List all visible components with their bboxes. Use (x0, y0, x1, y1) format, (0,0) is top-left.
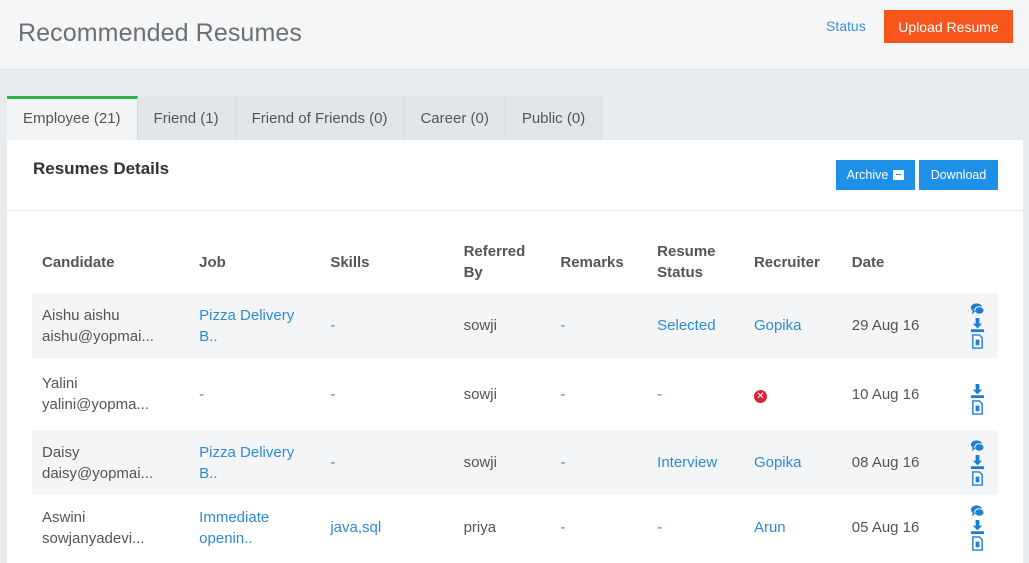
job-link[interactable]: - (199, 386, 204, 403)
referred-by-cell: sowji (463, 454, 497, 471)
column-header-skills[interactable]: Skills (320, 231, 453, 293)
table-row: Yalini yalini@yopma... - - sowji - - ✕ 1… (32, 358, 998, 430)
file-icon[interactable] (970, 536, 985, 551)
candidate-name: Aishu aishu (42, 306, 120, 324)
file-icon[interactable] (970, 399, 985, 415)
column-header-referred-by[interactable]: Referred By (454, 231, 551, 293)
table-row: Daisy daisy@yopmai... Pizza Delivery B..… (32, 430, 998, 495)
referred-by-cell: priya (463, 519, 497, 536)
skills-link[interactable]: java,sql (330, 519, 381, 536)
tab-friend[interactable]: Friend (1) (137, 96, 236, 140)
column-header-candidate[interactable]: Candidate (32, 231, 189, 293)
file-icon[interactable] (970, 471, 985, 486)
resume-status-link[interactable]: - (657, 519, 662, 536)
comment-icon[interactable] (970, 439, 985, 454)
candidate-name: Aswini (42, 508, 86, 526)
column-header-date[interactable]: Date (842, 231, 957, 293)
referred-by-cell: sowji (463, 317, 497, 334)
download-icon[interactable] (970, 455, 985, 470)
resume-status-link[interactable]: Selected (657, 317, 715, 334)
table-row: Aswini sowjanyadevi... Immediate openin.… (32, 495, 998, 560)
tab-employee[interactable]: Employee (21) (7, 96, 138, 140)
column-header-actions (956, 231, 998, 293)
column-header-resume-status[interactable]: Resume Status (647, 231, 744, 293)
candidate-cell: Aswini sowjanyadevi... (32, 495, 189, 560)
date-cell: 05 Aug 16 (851, 519, 920, 536)
resume-status-link[interactable]: - (657, 386, 662, 403)
candidate-email: daisy@yopmai... (42, 464, 154, 482)
skills-link[interactable]: - (330, 454, 335, 471)
referred-by-cell: sowji (463, 385, 497, 403)
status-link[interactable]: Status (826, 18, 866, 34)
job-link[interactable]: Pizza Delivery B.. (199, 307, 294, 345)
column-header-job[interactable]: Job (189, 231, 320, 293)
skills-link[interactable]: - (330, 317, 335, 334)
date-cell: 08 Aug 16 (851, 454, 920, 471)
recruiter-link[interactable]: Arun (754, 519, 786, 536)
skills-link[interactable]: - (330, 386, 335, 403)
top-bar: Recommended Resumes Status Upload Resume (0, 0, 1029, 70)
remarks-link[interactable]: - (560, 519, 565, 536)
candidate-cell: Daisy daisy@yopmai... (32, 430, 189, 495)
column-header-recruiter[interactable]: Recruiter (744, 231, 842, 293)
candidate-name: Daisy (42, 443, 80, 461)
candidate-email: yalini@yopma... (42, 396, 149, 413)
panel-header: Resumes Details Archive Download (7, 140, 1023, 211)
resumes-panel: Resumes Details Archive Download Candida… (7, 140, 1023, 563)
tab-bar: Employee (21) Friend (1) Friend of Frien… (7, 96, 603, 140)
date-cell: 29 Aug 16 (851, 317, 920, 334)
recruiter-link[interactable]: Gopika (754, 317, 802, 334)
resume-status-link[interactable]: Interview (657, 454, 717, 471)
table-row: Aishu aishu aishu@yopmai... Pizza Delive… (32, 293, 998, 358)
upload-resume-button[interactable]: Upload Resume (884, 10, 1013, 43)
comment-icon[interactable] (970, 504, 985, 519)
candidate-email: aishu@yopmai... (42, 327, 154, 345)
remarks-link[interactable]: - (560, 454, 565, 471)
download-icon[interactable] (970, 520, 985, 535)
tab-public[interactable]: Public (0) (505, 96, 603, 140)
tab-career[interactable]: Career (0) (404, 96, 506, 140)
remarks-link[interactable]: - (560, 317, 565, 334)
page-title: Recommended Resumes (18, 19, 302, 47)
recruiter-link[interactable]: Gopika (754, 454, 802, 471)
tab-friend-of-friends[interactable]: Friend of Friends (0) (235, 96, 405, 140)
remarks-link[interactable]: - (560, 386, 565, 403)
job-link[interactable]: Immediate openin.. (199, 509, 269, 547)
remove-icon[interactable]: ✕ (753, 389, 767, 403)
panel-title: Resumes Details (33, 159, 170, 178)
candidate-name: Yalini (42, 375, 78, 392)
download-icon[interactable] (970, 383, 985, 399)
date-cell: 10 Aug 16 (851, 385, 920, 403)
comment-icon[interactable] (970, 302, 985, 317)
archive-button[interactable]: Archive (836, 160, 915, 190)
candidate-email: sowjanyadevi... (42, 529, 145, 547)
archive-button-label: Archive (846, 168, 889, 182)
table-header-row: Candidate Job Skills Referred By Remarks… (32, 231, 998, 293)
download-icon[interactable] (970, 318, 985, 333)
candidate-cell: Yalini yalini@yopma... (32, 358, 189, 430)
file-icon[interactable] (970, 334, 985, 349)
job-link[interactable]: Pizza Delivery B.. (199, 444, 294, 482)
resumes-table: Candidate Job Skills Referred By Remarks… (32, 231, 998, 560)
column-header-remarks[interactable]: Remarks (550, 231, 647, 293)
archive-box-icon (893, 170, 905, 180)
download-button[interactable]: Download (919, 160, 998, 190)
candidate-cell: Aishu aishu aishu@yopmai... (32, 293, 189, 358)
